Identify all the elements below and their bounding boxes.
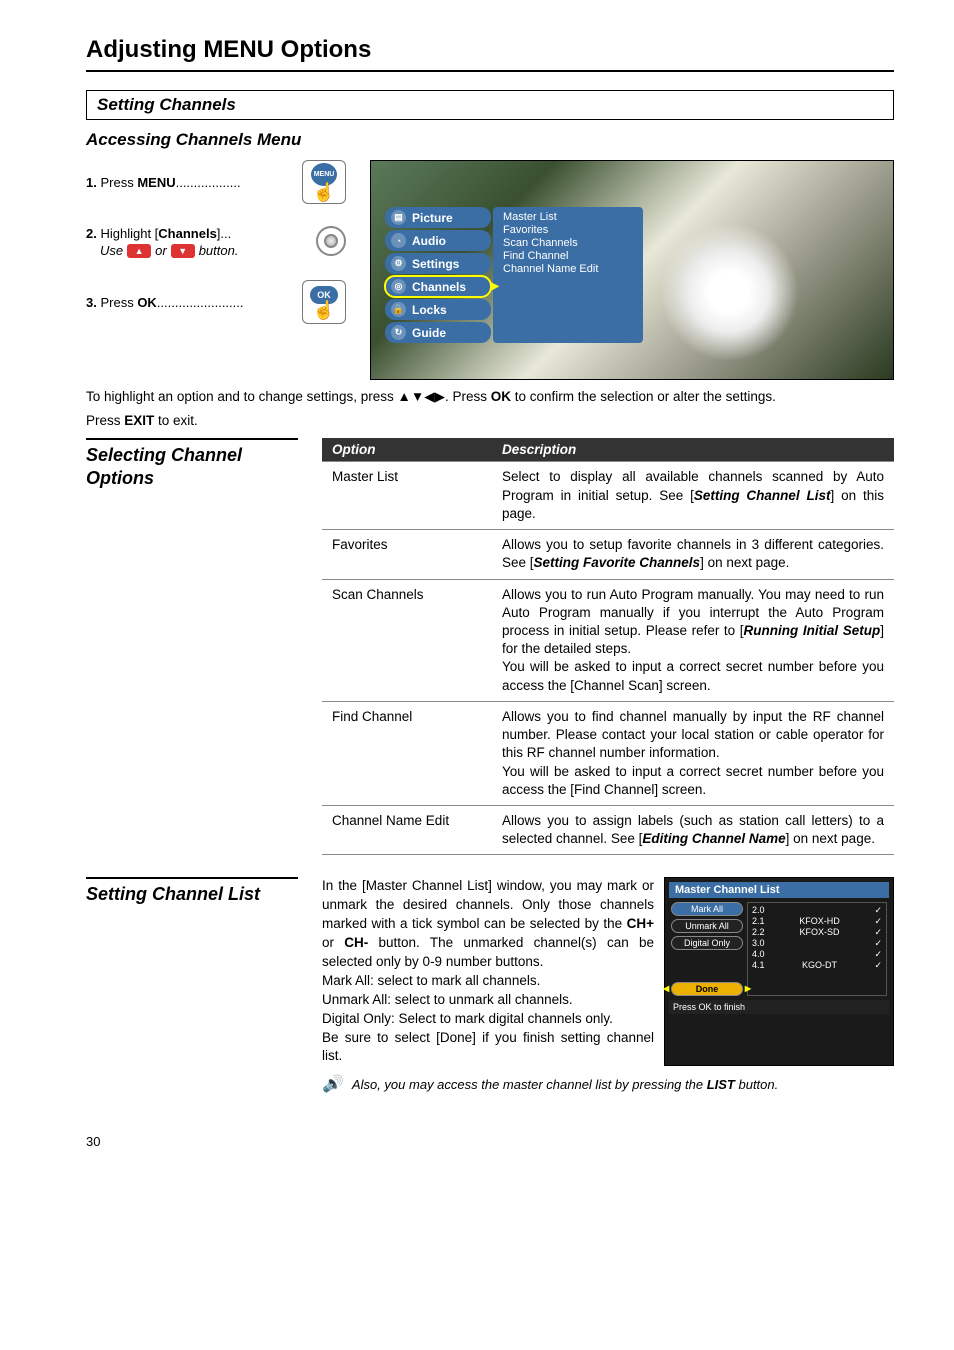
step3-bold: OK (137, 295, 157, 310)
table-row: Find ChannelAllows you to find channel m… (322, 701, 894, 805)
channel-row: 2.0✓ (750, 905, 884, 916)
up-arrow-icon: ▲ (127, 244, 151, 258)
osd-submenu-item: Scan Channels (503, 237, 633, 249)
dots (176, 175, 241, 190)
section-box: Setting Channels (86, 90, 894, 120)
hand-pointer-icon: ☝ (313, 300, 335, 321)
osd-item-label: Audio (412, 234, 446, 248)
osd-item-label: Picture (412, 211, 453, 225)
th-option: Option (322, 438, 492, 462)
osd-menu-item: 🔒 Locks (385, 299, 491, 320)
osd-submenu-item: Master List (503, 211, 633, 223)
step2-use-b: or (155, 243, 167, 258)
option-name: Find Channel (322, 701, 492, 805)
option-name: Master List (322, 462, 492, 530)
selecting-label: Selecting Channel Options (86, 438, 298, 855)
speaker-icon: 🔊 (322, 1074, 342, 1094)
step1-bold: MENU (137, 175, 175, 190)
step-2: 2. Highlight [Channels]... Use ▲ or ▼ bu… (86, 226, 346, 258)
osd-item-icon: ◔ (391, 233, 406, 248)
osd-item-icon: 🔒 (391, 302, 406, 317)
step2-suffix: ]... (217, 226, 231, 241)
dots (157, 295, 244, 310)
step-1: 1. Press MENU MENU ☝ (86, 160, 346, 204)
title-underline (86, 70, 894, 72)
instruction-line-1: To highlight an option and to change set… (86, 388, 894, 406)
table-row: Scan ChannelsAllows you to run Auto Prog… (322, 579, 894, 701)
option-description: Allows you to assign labels (such as sta… (492, 805, 894, 854)
table-row: Channel Name EditAllows you to assign la… (322, 805, 894, 854)
arrow-glyphs: ▲▼◀▶ (397, 389, 445, 404)
osd-item-label: Locks (412, 303, 447, 317)
hand-pointer-icon: ☝ (313, 182, 335, 203)
steps-column: 1. Press MENU MENU ☝ 2. Highlight [Chann… (86, 160, 346, 380)
setting-list-label: Setting Channel List (86, 877, 298, 1094)
option-name: Scan Channels (322, 579, 492, 701)
note-row: 🔊 Also, you may access the master channe… (322, 1074, 894, 1094)
osd-menu-item: ▤ Picture (385, 207, 491, 228)
table-row: FavoritesAllows you to setup favorite ch… (322, 530, 894, 579)
accessing-title: Accessing Channels Menu (86, 130, 894, 150)
step3-prefix: 3. (86, 295, 100, 310)
channel-row: 3.0✓ (750, 938, 884, 949)
options-table: Option Description Master ListSelect to … (322, 438, 894, 855)
down-arrow-icon: ▼ (171, 244, 195, 258)
step1-prefix: 1. (86, 175, 100, 190)
channel-row: 4.0✓ (750, 949, 884, 960)
osd-item-icon: ▤ (391, 210, 406, 225)
osd-item-label: Guide (412, 326, 446, 340)
option-description: Allows you to run Auto Program manually.… (492, 579, 894, 701)
osd-submenu-item: Favorites (503, 224, 633, 236)
table-row: Master ListSelect to display all availab… (322, 462, 894, 530)
option-description: Allows you to find channel manually by i… (492, 701, 894, 805)
step3-text: Press (100, 295, 137, 310)
mcl-done: Done (671, 982, 743, 996)
section-box-title: Setting Channels (97, 95, 236, 114)
option-description: Allows you to setup favorite channels in… (492, 530, 894, 579)
osd-menu-item: ◎ Channels (385, 276, 491, 297)
master-channel-list-osd: Master Channel List Mark All Unmark All … (664, 877, 894, 1066)
osd-item-label: Channels (412, 280, 466, 294)
mcl-mark-all: Mark All (671, 902, 743, 916)
osd-menu-item: ↻ Guide (385, 322, 491, 343)
channel-row: 2.1KFOX-HD✓ (750, 916, 884, 927)
nav-ring-icon (316, 226, 346, 256)
osd-screenshot: ▤ Picture ◔ Audio ⚙ Settings ◎ Channels 🔒 Locks ↻ G… (370, 160, 894, 380)
osd-menu-item: ⚙ Settings (385, 253, 491, 274)
mcl-unmark-all: Unmark All (671, 919, 743, 933)
mcl-footer: Press OK to finish (669, 1000, 889, 1014)
step2-text: Highlight [ (100, 226, 158, 241)
osd-item-icon: ⚙ (391, 256, 406, 271)
mcl-title: Master Channel List (669, 882, 889, 898)
osd-item-icon: ◎ (391, 279, 406, 294)
instruction-line-2: Press EXIT to exit. (86, 412, 894, 430)
step2-use-a: Use (100, 243, 123, 258)
step2-prefix: 2. (86, 226, 100, 241)
channel-row: 2.2KFOX-SD✓ (750, 927, 884, 938)
ok-button-graphic: OK ☝ (302, 280, 346, 324)
step1-text: Press (100, 175, 137, 190)
page-number: 30 (86, 1134, 894, 1149)
option-name: Channel Name Edit (322, 805, 492, 854)
osd-item-label: Settings (412, 257, 459, 271)
osd-submenu-item: Find Channel (503, 250, 633, 262)
step-3: 3. Press OK OK ☝ (86, 280, 346, 324)
setting-list-paragraph: In the [Master Channel List] window, you… (322, 877, 654, 1066)
osd-submenu-item: Channel Name Edit (503, 263, 633, 275)
step2-bold: Channels (158, 226, 217, 241)
option-description: Select to display all available channels… (492, 462, 894, 530)
page-title: Adjusting MENU Options (86, 36, 894, 64)
th-description: Description (492, 438, 894, 462)
channel-row: 4.1KGO-DT✓ (750, 960, 884, 971)
mcl-digital-only: Digital Only (671, 936, 743, 950)
menu-button-graphic: MENU ☝ (302, 160, 346, 204)
osd-menu-item: ◔ Audio (385, 230, 491, 251)
osd-item-icon: ↻ (391, 325, 406, 340)
step2-use-c: button. (199, 243, 239, 258)
option-name: Favorites (322, 530, 492, 579)
